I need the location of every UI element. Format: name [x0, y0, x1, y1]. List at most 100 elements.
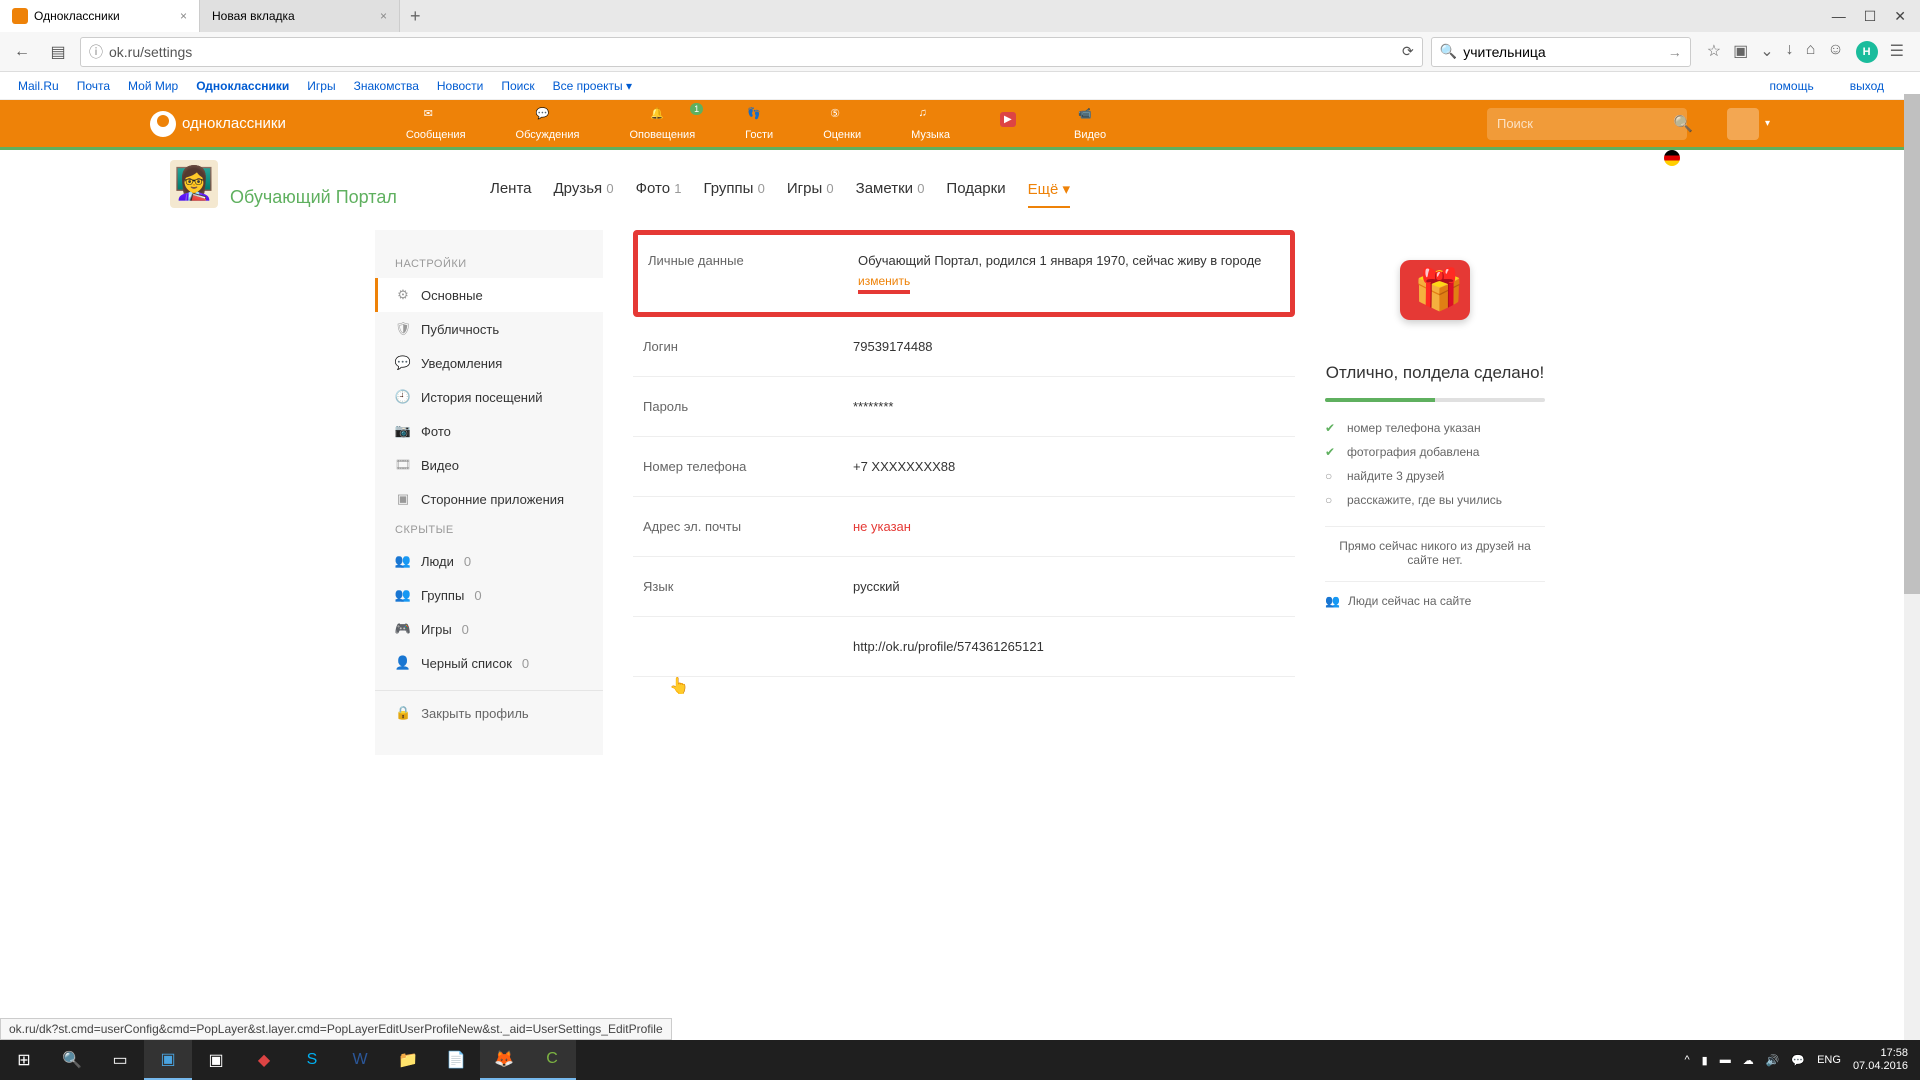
profile-name[interactable]: Обучающий Портал — [230, 187, 397, 208]
mailru-link[interactable]: Знакомства — [354, 79, 419, 93]
profile-avatar[interactable] — [170, 160, 218, 208]
setting-row[interactable]: Личные данныеОбучающий Портал, родился 1… — [633, 230, 1295, 317]
mailru-link[interactable]: Поиск — [501, 79, 534, 93]
menu-icon[interactable]: ☰ — [1890, 41, 1904, 63]
sidebar-item[interactable]: 👥Люди 0 — [375, 544, 603, 578]
taskbar-app[interactable]: ▣ — [144, 1040, 192, 1080]
checklist-item[interactable]: ○расскажите, где вы учились — [1325, 488, 1545, 512]
taskbar-app-skype[interactable]: S — [288, 1040, 336, 1080]
reload-icon[interactable]: ⟳ — [1402, 43, 1414, 60]
tab-feed[interactable]: Лента — [490, 180, 532, 208]
help-link[interactable]: помощь — [1769, 79, 1813, 93]
taskbar-app-camtasia[interactable]: C — [528, 1040, 576, 1080]
tray-network-icon[interactable]: ▬ — [1720, 1054, 1731, 1066]
new-tab-button[interactable]: + — [400, 6, 431, 27]
mailru-link-active[interactable]: Одноклассники — [196, 79, 289, 93]
nav-messages[interactable]: Сообщения — [406, 107, 466, 141]
search-icon[interactable]: 🔍 — [1673, 114, 1693, 134]
mailru-link[interactable]: Мой Мир — [128, 79, 178, 93]
tab-gifts[interactable]: Подарки — [946, 180, 1005, 208]
tray-battery-icon[interactable]: ▮ — [1702, 1054, 1708, 1067]
taskbar-app-explorer[interactable]: 📁 — [384, 1040, 432, 1080]
scrollbar[interactable] — [1904, 94, 1920, 1040]
logout-link[interactable]: выход — [1850, 79, 1884, 93]
nav-notifications[interactable]: 1Оповещения — [629, 107, 695, 141]
sidebar-item[interactable]: 🎞Видео — [375, 448, 603, 482]
change-link[interactable]: изменить — [858, 274, 910, 294]
nav-music[interactable]: Музыка — [911, 107, 950, 141]
sidebar-item[interactable]: 🎮Игры 0 — [375, 612, 603, 646]
tab-groups[interactable]: Группы 0 — [703, 180, 764, 208]
taskbar-app[interactable]: ◆ — [240, 1040, 288, 1080]
url-input[interactable]: ⓘ ok.ru/settings ⟳ — [80, 37, 1423, 67]
star-icon[interactable]: ☆ — [1707, 41, 1721, 63]
close-profile-link[interactable]: 🔒 Закрыть профиль — [375, 690, 603, 735]
ok-search[interactable]: 🔍 — [1487, 108, 1687, 140]
friends-online-link[interactable]: 👥 Люди сейчас на сайте — [1325, 581, 1545, 608]
tray-clock[interactable]: 17:58 07.04.2016 — [1853, 1047, 1908, 1073]
bookmarks-sidebar-icon[interactable]: ▤ — [44, 38, 72, 66]
checklist-item[interactable]: ○найдите 3 друзей — [1325, 464, 1545, 488]
mailru-link[interactable]: Все проекты ▾ — [553, 79, 632, 93]
library-icon[interactable]: ▣ — [1733, 41, 1748, 63]
chat-icon[interactable]: ☺ — [1827, 41, 1843, 63]
tab-games[interactable]: Игры 0 — [787, 180, 834, 208]
sidebar-item[interactable]: 🛡Публичность — [375, 312, 603, 346]
mailru-link[interactable]: Почта — [77, 79, 110, 93]
tab-close-icon[interactable]: × — [180, 9, 187, 23]
setting-row[interactable]: Номер телефона+7 XXXXXXXX88 — [633, 437, 1295, 497]
start-button[interactable]: ⊞ — [0, 1040, 48, 1080]
maximize-icon[interactable]: ☐ — [1864, 8, 1877, 25]
tray-language[interactable]: ENG — [1817, 1054, 1841, 1066]
nav-discussions[interactable]: Обсуждения — [516, 107, 580, 141]
sidebar-item[interactable]: ⚙Основные — [375, 278, 603, 312]
tray-action-center-icon[interactable]: 💬 — [1791, 1054, 1805, 1067]
tab-photo[interactable]: Фото 1 — [636, 180, 682, 208]
setting-row[interactable]: Адрес эл. почтыне указан — [633, 497, 1295, 557]
sidebar-item[interactable]: 👥Группы 0 — [375, 578, 603, 612]
browser-search[interactable]: 🔍 → — [1431, 37, 1691, 67]
sidebar-item[interactable]: ▣Сторонние приложения — [375, 482, 603, 516]
nav-video[interactable]: Видео — [1074, 107, 1106, 141]
ok-search-input[interactable] — [1497, 116, 1673, 131]
search-input[interactable] — [1463, 44, 1668, 60]
nav-play[interactable] — [1000, 107, 1024, 141]
sidebar-item[interactable]: 👤Черный список 0 — [375, 646, 603, 680]
setting-row[interactable]: Логин79539174488 — [633, 317, 1295, 377]
tab-more[interactable]: Ещё ▾ — [1028, 180, 1070, 208]
task-view-button[interactable]: ▭ — [96, 1040, 144, 1080]
taskbar-app-firefox[interactable]: 🦊 — [480, 1040, 528, 1080]
close-window-icon[interactable]: ✕ — [1894, 8, 1906, 25]
mailru-link[interactable]: Mail.Ru — [18, 79, 59, 93]
tray-volume-icon[interactable]: 🔊 — [1766, 1054, 1780, 1067]
mailru-link[interactable]: Игры — [307, 79, 335, 93]
taskbar-app-word[interactable]: W — [336, 1040, 384, 1080]
minimize-icon[interactable]: — — [1832, 8, 1846, 25]
nav-guests[interactable]: Гости — [745, 107, 773, 141]
sidebar-item[interactable]: 🕘История посещений — [375, 380, 603, 414]
language-flag-icon[interactable] — [1664, 150, 1680, 166]
tray-cloud-icon[interactable]: ☁ — [1743, 1054, 1754, 1067]
setting-row[interactable]: Языкрусский — [633, 557, 1295, 617]
setting-row[interactable]: http://ok.ru/profile/574361265121 — [633, 617, 1295, 677]
site-info-icon[interactable]: ⓘ — [89, 42, 103, 62]
search-button[interactable]: 🔍 — [48, 1040, 96, 1080]
tray-chevron-icon[interactable]: ^ — [1684, 1054, 1689, 1066]
nav-marks[interactable]: Оценки — [823, 107, 861, 141]
browser-tab-inactive[interactable]: Новая вкладка × — [200, 0, 400, 32]
setting-row[interactable]: Пароль******** — [633, 377, 1295, 437]
checklist-item[interactable]: ✔номер телефона указан — [1325, 416, 1545, 440]
firefox-account-icon[interactable]: H — [1856, 41, 1878, 63]
tab-friends[interactable]: Друзья 0 — [554, 180, 614, 208]
mailru-link[interactable]: Новости — [437, 79, 483, 93]
checklist-item[interactable]: ✔фотография добавлена — [1325, 440, 1545, 464]
ok-logo[interactable]: одноклассники — [150, 111, 286, 137]
pocket-icon[interactable]: ⌄ — [1760, 41, 1773, 63]
taskbar-app[interactable]: ▣ — [192, 1040, 240, 1080]
tab-close-icon[interactable]: × — [380, 9, 387, 23]
tab-notes[interactable]: Заметки 0 — [856, 180, 925, 208]
taskbar-app-notepad[interactable]: 📄 — [432, 1040, 480, 1080]
sidebar-item[interactable]: 💬Уведомления — [375, 346, 603, 380]
ok-user-menu[interactable]: ▾ — [1727, 108, 1770, 140]
browser-tab-active[interactable]: Одноклассники × — [0, 0, 200, 32]
